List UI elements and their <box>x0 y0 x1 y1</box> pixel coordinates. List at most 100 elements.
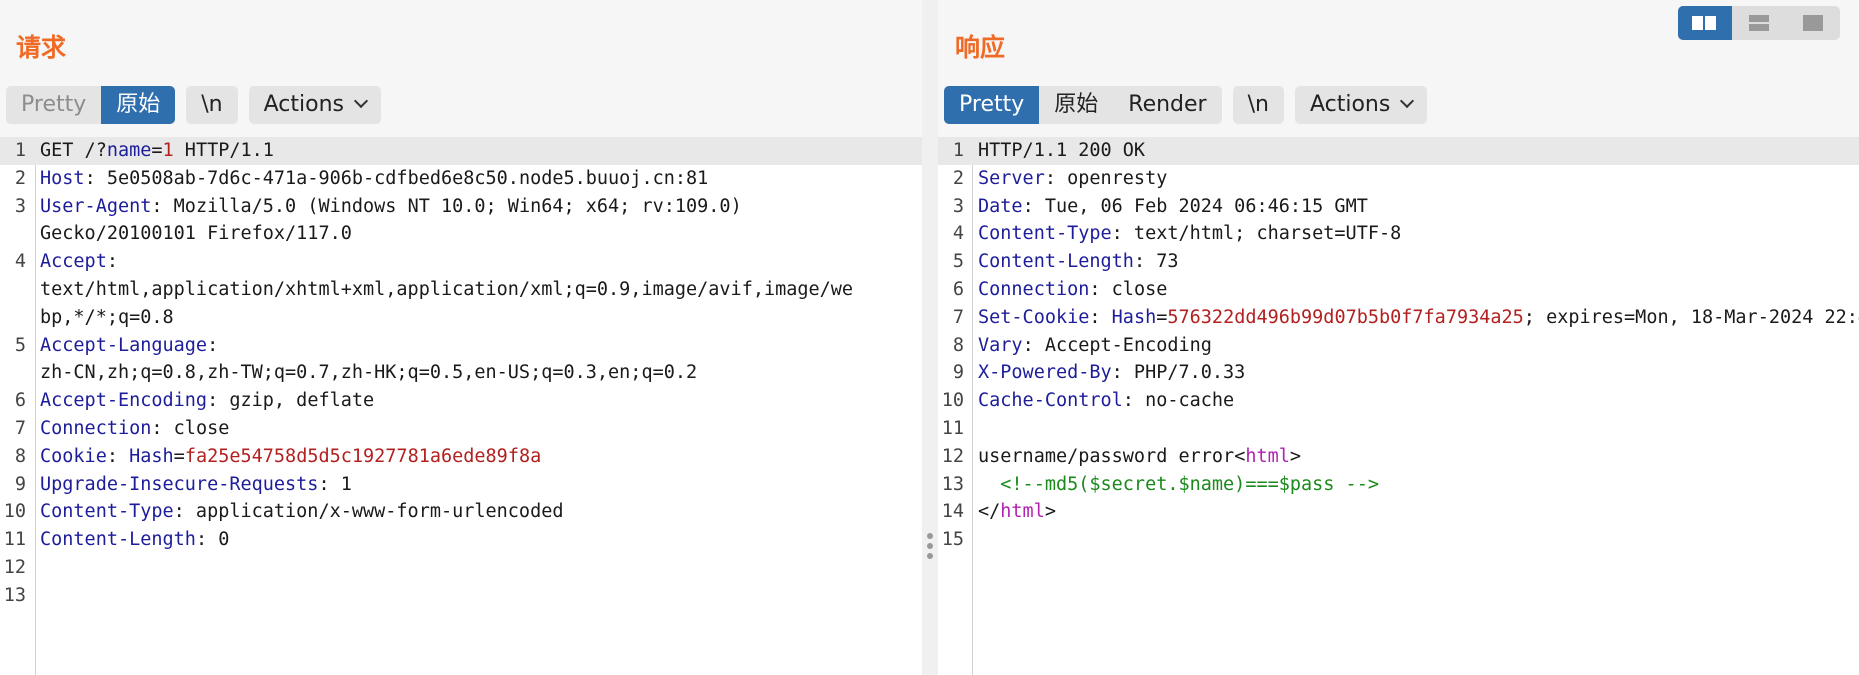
request-code-line: 4 Accept: <box>0 248 922 276</box>
line-number: 10 <box>3 501 26 523</box>
line-number: 7 <box>952 306 964 328</box>
line-number: 4 <box>14 251 26 273</box>
code-token: Accept-Language <box>40 334 208 356</box>
stacked-icon[interactable] <box>1732 6 1786 40</box>
line-text: bp,*/*;q=0.8 <box>40 304 174 332</box>
request-code-line: 3 User-Agent: Mozilla/5.0 (Windows NT 10.… <box>0 193 922 221</box>
response-newline-toggle[interactable]: \n <box>1232 86 1284 124</box>
code-token: HTTP/1.1 <box>173 140 274 161</box>
line-text: Date: Tue, 06 Feb 2024 06:46:15 GMT <box>978 193 1368 221</box>
code-token: bp,*/*;q=0.8 <box>40 306 174 328</box>
line-text: Cache-Control: no-cache <box>978 387 1234 415</box>
line-text: zh-CN,zh;q=0.8,zh-TW;q=0.7,zh-HK;q=0.5,e… <box>40 359 697 387</box>
code-token: : <box>106 251 118 273</box>
code-token: : Tue, 06 Feb 2024 06:46:15 GMT <box>1022 195 1368 217</box>
response-render-tab[interactable]: Render <box>1113 86 1222 124</box>
code-token: Accept <box>40 251 107 273</box>
code-token: : 5e0508ab-7d6c-471a-906b-cdfbed6e8c50.n… <box>84 167 709 189</box>
line-text: Content-Length: 73 <box>978 248 1179 276</box>
line-text: <!--md5($secret.$name)===$pass --> <box>978 471 1379 499</box>
request-code-line: 12 <box>0 554 922 582</box>
response-pretty-tab[interactable]: Pretty <box>944 86 1040 124</box>
request-code-line: 6 Accept-Encoding: gzip, deflate <box>0 387 922 415</box>
line-text: User-Agent: Mozilla/5.0 (Windows NT 10.0… <box>40 193 742 221</box>
response-actions-dropdown[interactable]: Actions <box>1294 86 1428 124</box>
request-pretty-tab[interactable]: Pretty <box>6 86 102 124</box>
line-text: Connection: close <box>40 415 229 443</box>
response-raw-tab[interactable]: 原始 <box>1039 86 1114 124</box>
response-code-line: 10 Cache-Control: no-cache <box>938 387 1859 415</box>
request-newline-toggle[interactable]: \n <box>186 86 238 124</box>
line-number: 5 <box>952 251 964 273</box>
code-token: = <box>151 140 163 161</box>
line-text: Server: openresty <box>978 165 1167 193</box>
code-token: : Accept-Encoding <box>1022 334 1212 356</box>
request-newline-group: \n <box>186 86 238 124</box>
code-token: Accept-Encoding <box>40 390 208 412</box>
request-code-line: 13 <box>0 582 922 610</box>
code-token: : 0 <box>195 529 230 551</box>
code-token: Vary <box>978 334 1023 356</box>
code-token: X-Powered-By <box>978 362 1112 384</box>
line-number: 3 <box>952 195 964 217</box>
code-token: Server <box>978 167 1045 189</box>
request-actions-dropdown[interactable]: Actions <box>248 86 381 124</box>
request-editor[interactable]: 1 GET /?name=1 HTTP/1.1 2 Host: 5e0508ab-7d… <box>0 137 922 675</box>
response-code-line: 6 Connection: close <box>938 276 1859 304</box>
code-token: = <box>173 445 185 467</box>
request-raw-tab[interactable]: 原始 <box>101 86 176 124</box>
response-code-line: 14 </html> <box>938 498 1859 526</box>
request-code-line: zh-CN,zh;q=0.8,zh-TW;q=0.7,zh-HK;q=0.5,e… <box>0 359 922 387</box>
response-code-line: 12 username/password error<html> <box>938 443 1859 471</box>
line-text: text/html,application/xhtml+xml,applicat… <box>40 276 853 304</box>
code-token: : no-cache <box>1122 390 1235 412</box>
response-editor[interactable]: 1 HTTP/1.1 200 OK 2 Server: openresty 3 Date:… <box>938 137 1859 675</box>
code-token: Content-Length <box>40 529 196 551</box>
code-token: Gecko/20100101 Firefox/117.0 <box>40 223 352 245</box>
line-text: Accept-Encoding: gzip, deflate <box>40 387 374 415</box>
code-token: : Mozilla/5.0 (Windows NT 10.0; Win64; x… <box>151 195 742 217</box>
line-number: 9 <box>14 473 26 495</box>
line-number: 2 <box>952 167 964 189</box>
code-token: Content-Length <box>978 251 1134 273</box>
code-token: : close <box>151 417 230 439</box>
line-number: 6 <box>14 390 26 412</box>
response-view-mode-group: Pretty 原始 Render <box>944 86 1222 124</box>
code-token: Connection <box>40 417 152 439</box>
line-text: Accept: <box>40 248 118 276</box>
code-token: Cache-Control <box>978 390 1123 412</box>
code-token: > <box>1044 501 1056 523</box>
response-code-line: 13 <!--md5($secret.$name)===$pass --> <box>938 471 1859 499</box>
drag-handle-icon[interactable] <box>927 533 933 563</box>
single-icon[interactable] <box>1786 6 1840 40</box>
request-pane: 请求 Pretty 原始 \n Actions 1 GET /?name=1 HT… <box>0 0 922 675</box>
request-code-line: 1 GET /?name=1 HTTP/1.1 <box>0 137 922 165</box>
code-token: 576322dd496b99d07b5b0f7fa7934a25 <box>1167 306 1524 328</box>
code-token: text/html,application/xhtml+xml,applicat… <box>40 278 854 300</box>
code-token: Content-Type <box>978 223 1112 245</box>
line-number: 2 <box>14 167 26 189</box>
response-code-line: 3 Date: Tue, 06 Feb 2024 06:46:15 GMT <box>938 193 1859 221</box>
code-token: fa25e54758d5d5c1927781a6ede89f8a <box>184 445 542 467</box>
response-pane: 响应 Pretty 原始 Render \n Actions 1 HTTP/1.1… <box>938 0 1859 675</box>
response-newline-group: \n <box>1232 86 1284 124</box>
code-token: zh-CN,zh;q=0.8,zh-TW;q=0.7,zh-HK;q=0.5,e… <box>40 362 698 384</box>
response-title: 响应 <box>955 33 1006 62</box>
code-token: : text/html; charset=UTF-8 <box>1111 223 1402 245</box>
line-number: 7 <box>14 417 26 439</box>
pane-divider[interactable] <box>922 0 938 675</box>
side-by-side-icon[interactable] <box>1678 6 1732 40</box>
request-code-line: text/html,application/xhtml+xml,applicat… <box>0 276 922 304</box>
line-text: Cookie: Hash=fa25e54758d5d5c1927781a6ede… <box>40 443 541 471</box>
line-text: Content-Type: text/html; charset=UTF-8 <box>978 220 1401 248</box>
line-text: Vary: Accept-Encoding <box>978 332 1212 360</box>
line-text: Connection: close <box>978 276 1167 304</box>
line-number: 6 <box>952 278 964 300</box>
line-text: Gecko/20100101 Firefox/117.0 <box>40 220 352 248</box>
line-number: 12 <box>3 556 26 578</box>
code-token: GET /? <box>40 140 107 161</box>
response-code-line: 4 Content-Type: text/html; charset=UTF-8 <box>938 220 1859 248</box>
response-code-line: 9 X-Powered-By: PHP/7.0.33 <box>938 359 1859 387</box>
request-code-line: 10 Content-Type: application/x-www-form-u… <box>0 498 922 526</box>
request-view-mode-group: Pretty 原始 <box>6 86 176 124</box>
